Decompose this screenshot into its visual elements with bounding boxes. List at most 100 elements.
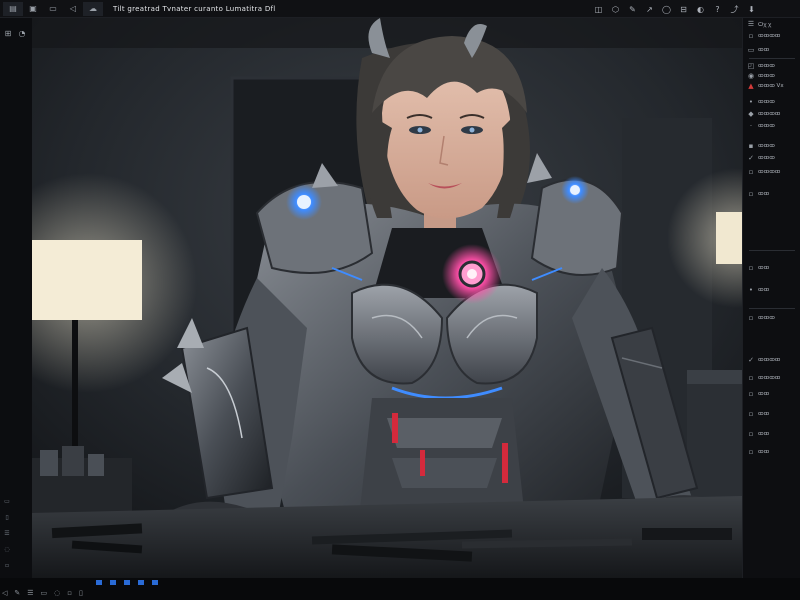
panel-row-label: ꝏꝏꝏꝏ: [758, 375, 781, 381]
bullet-icon: •: [748, 286, 754, 294]
square-icon: ▫: [748, 264, 754, 272]
cursor-icon[interactable]: ◁: [2, 589, 7, 597]
panel-row[interactable]: ◰ ꝏꝏꝏ: [747, 62, 775, 70]
panel-row-label: ꝏꝏꝏ: [758, 73, 775, 79]
divider: [749, 308, 795, 309]
panel-row-label: ꝏꝏꝏꝏ: [758, 357, 781, 363]
status-indicator[interactable]: [124, 579, 130, 585]
layers-icon: ☰: [747, 20, 755, 28]
eraser-icon[interactable]: ▫: [2, 560, 12, 570]
brush-icon[interactable]: ✎: [624, 2, 641, 16]
panel-row-label: ꝏꝏ: [758, 431, 770, 437]
top-toolbar-left-group: ▤ ▣ ▭ ◁ ☁: [0, 0, 103, 18]
panel-row[interactable]: ▫ ꝏꝏ: [747, 448, 770, 456]
zoom-icon[interactable]: ◌: [2, 544, 12, 554]
flag-icon: ▲: [748, 82, 754, 90]
monitor-icon[interactable]: ▭: [43, 2, 63, 16]
square-icon: ▫: [748, 390, 754, 398]
panel-row-label: ꝏꝏ: [758, 265, 770, 271]
panel-row-label: ꝏꝏ: [758, 287, 770, 293]
panel-row-label: ꝏꝏꝏꝏ: [758, 111, 781, 117]
square-icon: ▫: [748, 374, 754, 382]
left-toolbar: ⊞ ◔ ▭ ▯ ☰ ◌ ▫ ✎ ▪: [0, 18, 32, 600]
panel-row[interactable]: ▫ ꝏꝏꝏꝏ: [747, 32, 781, 40]
circle-icon[interactable]: ◯: [658, 2, 675, 16]
panel-row[interactable]: ✓ ꝏꝏꝏꝏ: [747, 356, 780, 364]
square-icon: ▫: [748, 314, 754, 322]
cursor-icon[interactable]: ◔: [17, 28, 27, 38]
panel-row-label: ꝏꝏ: [758, 391, 770, 397]
tick-icon: ✓: [748, 356, 754, 364]
top-toolbar-right-group: ◫ ⬡ ✎ ↗ ◯ ⊟ ◐ ? ⤴ ⬇: [590, 0, 760, 18]
status-indicator[interactable]: [110, 579, 116, 585]
panel-row[interactable]: ▲ ꝏꝏꝏ Vx: [747, 82, 784, 90]
eraser-icon[interactable]: ▫: [67, 589, 72, 597]
panel-row[interactable]: • ꝏꝏ: [747, 286, 769, 294]
bottom-toolbar: ◁ ✎ ☰ ▭ ◌ ▫ ▯: [0, 578, 800, 600]
tag-icon[interactable]: ▯: [2, 512, 12, 522]
panel-row[interactable]: · ꝏꝏꝏ: [747, 122, 775, 130]
status-indicator[interactable]: [96, 579, 102, 585]
panel-row[interactable]: ▫ ꝏꝏꝏ: [747, 314, 775, 322]
download-icon[interactable]: ⬇: [743, 2, 760, 16]
panel-row[interactable]: ▫ ꝏꝏ: [747, 264, 770, 272]
panel-row[interactable]: ▪ ꝏꝏꝏ: [747, 142, 775, 150]
grid-icon[interactable]: ⊞: [3, 28, 13, 38]
arrow-icon[interactable]: ◁: [63, 2, 83, 16]
panel-row[interactable]: ▫ ꝏꝏꝏꝏ: [747, 168, 781, 176]
panel-row[interactable]: • ꝏꝏꝏ: [747, 98, 775, 106]
tick-icon: ✓: [748, 154, 754, 162]
paint-icon[interactable]: ◐: [692, 2, 709, 16]
square-icon: ▫: [748, 168, 754, 176]
brush-icon[interactable]: ✎: [14, 589, 20, 597]
panel-row-label: Ѻꭓ ꭓ: [758, 22, 772, 28]
square-icon: ▫: [748, 448, 754, 456]
crop-icon[interactable]: ▭: [41, 589, 48, 597]
panel-row[interactable]: ✓ ꝏꝏꝏ: [747, 154, 775, 162]
square-icon: ▫: [748, 430, 754, 438]
crop-icon[interactable]: ▭: [2, 496, 12, 506]
zoom-icon[interactable]: ◌: [54, 589, 60, 597]
bottom-indicator-row: [96, 578, 158, 586]
panel-row[interactable]: ☰ Ѻꭓ ꭓ: [747, 20, 771, 28]
panel-row[interactable]: ▫ ꝏꝏ: [747, 430, 770, 438]
panel-row-label: ꝏꝏ: [758, 47, 770, 53]
panel-row-label: ꝏꝏꝏ Vx: [758, 83, 784, 89]
panel-row-label: ꝏꝏꝏꝏ: [758, 33, 781, 39]
tag-icon[interactable]: ▯: [79, 589, 83, 597]
panel-row[interactable]: ◆ ꝏꝏꝏꝏ: [747, 110, 780, 118]
square-icon: ▫: [748, 410, 754, 418]
cloud-icon[interactable]: ☁: [83, 1, 103, 16]
help-icon[interactable]: ?: [709, 2, 726, 16]
status-indicator[interactable]: [152, 579, 158, 585]
layers-icon[interactable]: ☰: [27, 589, 33, 597]
folder-icon[interactable]: ▤: [3, 1, 23, 16]
status-indicator[interactable]: [138, 579, 144, 585]
panel-row[interactable]: ▭ ꝏꝏ: [747, 46, 770, 54]
slider-icon[interactable]: ⊟: [675, 2, 692, 16]
panel-row[interactable]: ▫ ꝏꝏ: [747, 410, 770, 418]
divider: [749, 250, 795, 251]
panel-row-label: ꝏꝏꝏ: [758, 143, 775, 149]
top-toolbar: ▤ ▣ ▭ ◁ ☁ Tilt greatrad Tvnater curanto …: [0, 0, 800, 18]
panel-row-label: ꝏꝏ: [758, 449, 770, 455]
dot-icon: ·: [749, 122, 753, 130]
image-icon[interactable]: ▣: [23, 2, 43, 16]
hexagon-icon[interactable]: ⬡: [607, 2, 624, 16]
panel-row[interactable]: ◉ ꝏꝏꝏ: [747, 72, 775, 80]
panel-row-label: ꝏꝏꝏꝏ: [758, 169, 781, 175]
left-toolbar-row: ⊞ ◔: [0, 26, 32, 40]
panel-row-label: ꝏꝏꝏ: [758, 155, 775, 161]
image-canvas[interactable]: [32, 18, 742, 578]
panel-row[interactable]: ▫ ꝏꝏ: [747, 190, 770, 198]
arrow-icon[interactable]: ↗: [641, 2, 658, 16]
cube-icon[interactable]: ◫: [590, 2, 607, 16]
window-title: Tilt greatrad Tvnater curanto Lumatitra …: [113, 4, 276, 13]
panel-row-label: ꝏꝏ: [758, 191, 770, 197]
square-icon: ▫: [748, 32, 754, 40]
panel-row[interactable]: ▫ ꝏꝏꝏꝏ: [747, 374, 781, 382]
panel-row[interactable]: ▫ ꝏꝏ: [747, 390, 770, 398]
layers-icon[interactable]: ☰: [2, 528, 12, 538]
share-icon[interactable]: ⤴: [726, 2, 743, 16]
panel-row-label: ꝏꝏ: [758, 411, 770, 417]
